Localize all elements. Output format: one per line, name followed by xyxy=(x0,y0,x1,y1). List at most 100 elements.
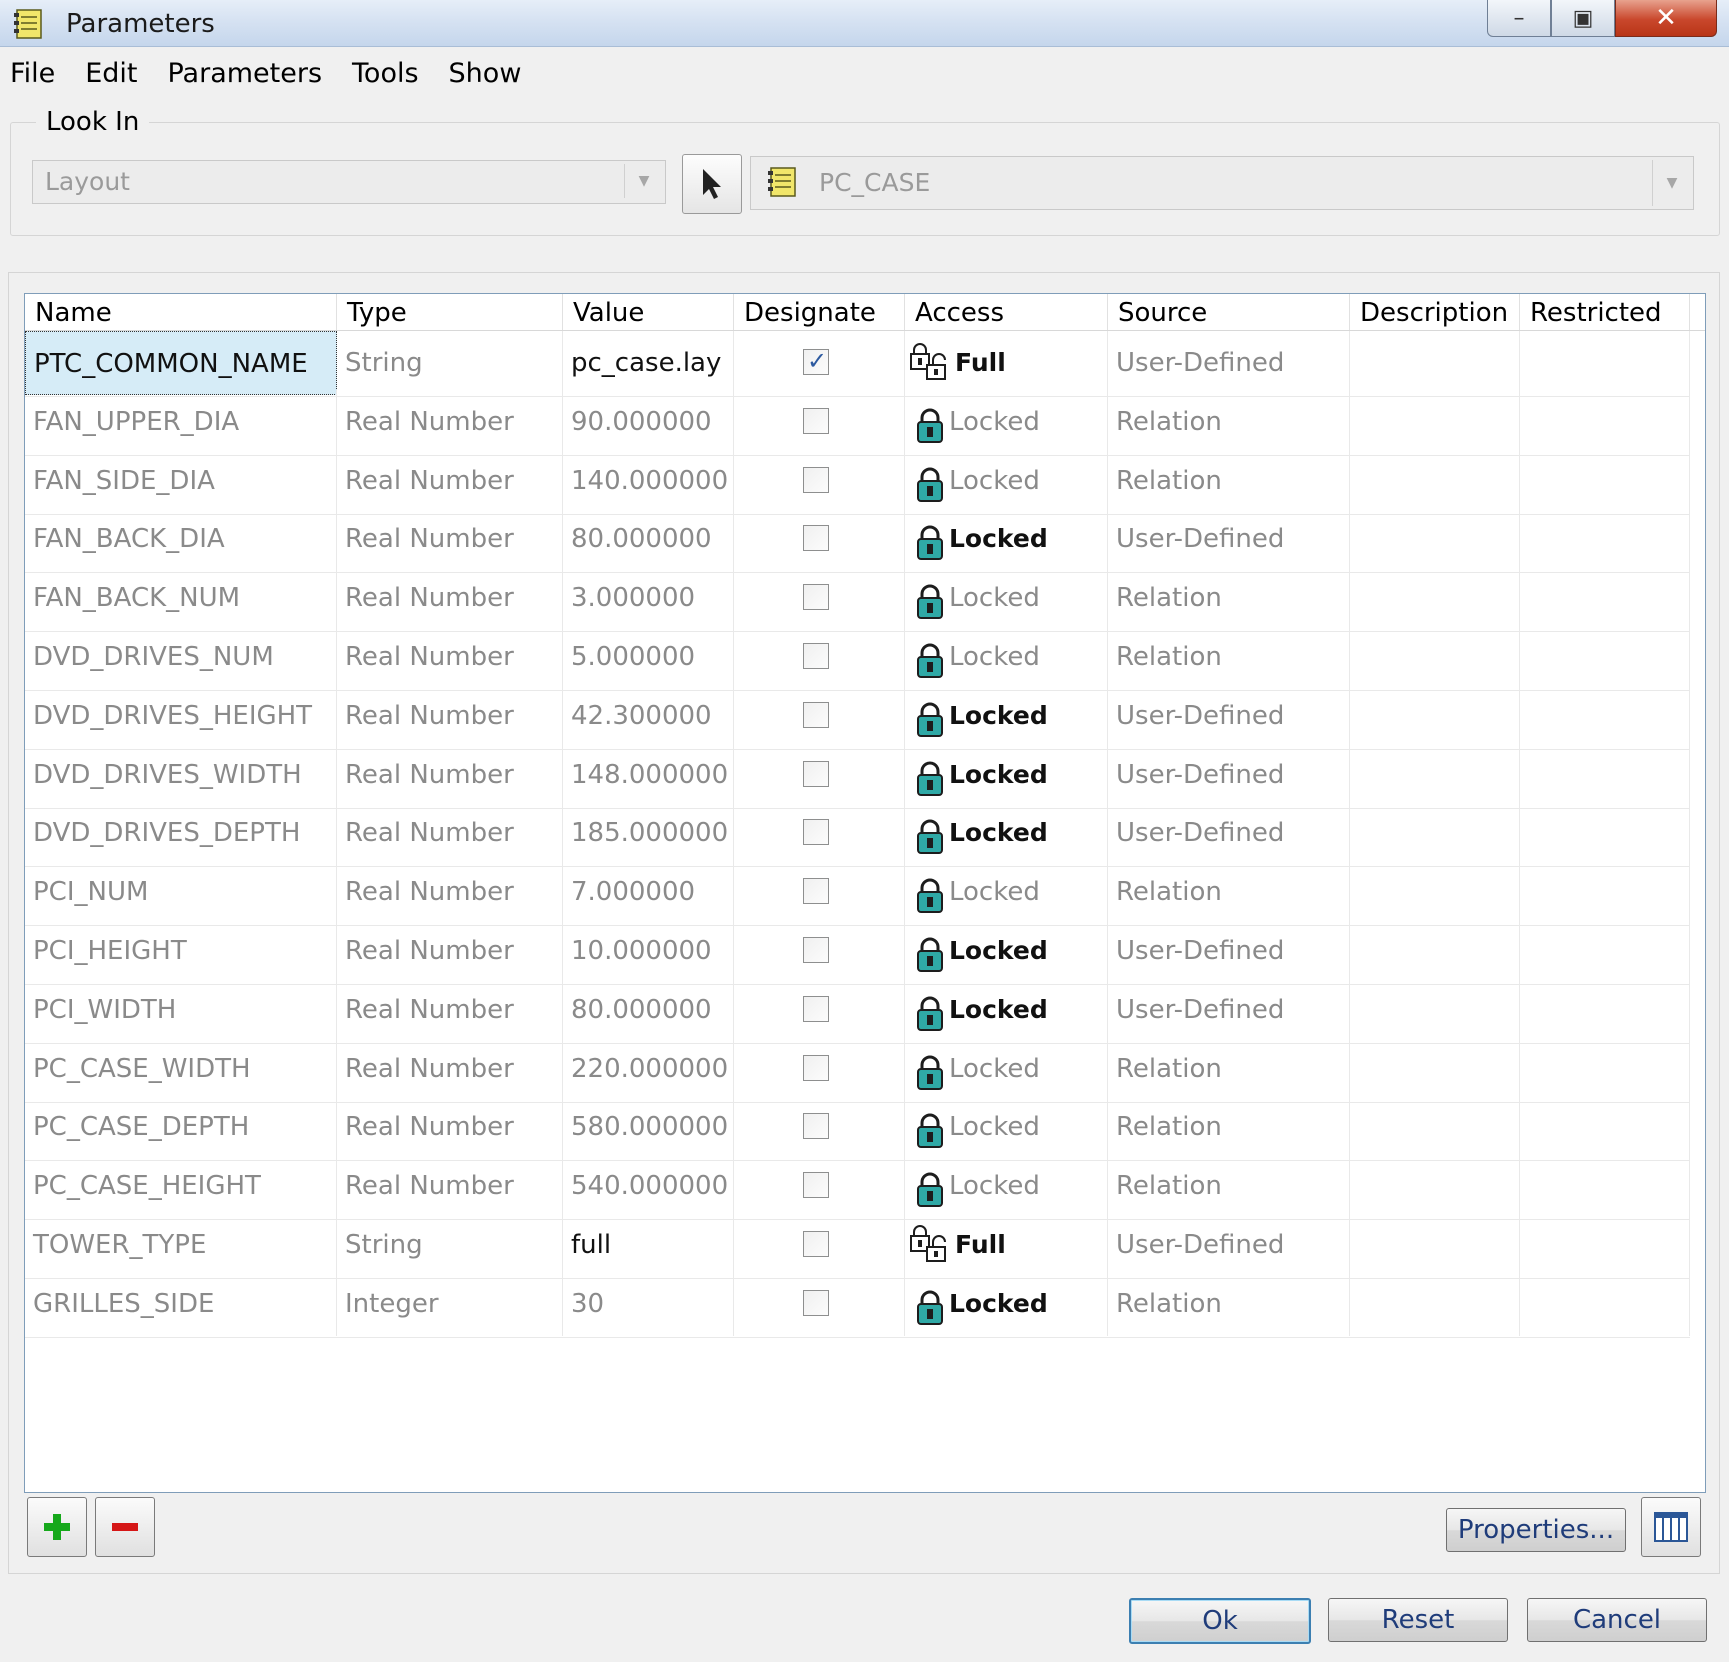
cell-restricted[interactable] xyxy=(1520,683,1690,748)
cell-name[interactable]: PC_CASE_WIDTH xyxy=(25,1036,337,1101)
cell-designate[interactable] xyxy=(734,742,905,807)
cell-value[interactable]: 185.000000 xyxy=(563,801,734,866)
cancel-button[interactable]: Cancel xyxy=(1527,1598,1707,1642)
cell-restricted[interactable] xyxy=(1520,1036,1690,1101)
cell-source[interactable]: User-Defined xyxy=(1108,331,1350,395)
cell-value[interactable]: 580.000000 xyxy=(563,1095,734,1160)
cell-name[interactable]: DVD_DRIVES_DEPTH xyxy=(25,801,337,866)
menu-edit[interactable]: Edit xyxy=(85,56,137,91)
cell-description[interactable] xyxy=(1350,1095,1520,1160)
remove-parameter-button[interactable] xyxy=(95,1497,155,1557)
cell-access[interactable]: Locked xyxy=(905,977,1108,1042)
cell-description[interactable] xyxy=(1350,448,1520,513)
select-from-model-button[interactable] xyxy=(682,154,742,214)
cell-designate[interactable] xyxy=(734,1271,905,1336)
table-row[interactable]: DVD_DRIVES_NUM Real Number 5.000000 Locked R… xyxy=(25,625,1690,691)
cell-source[interactable]: User-Defined xyxy=(1108,801,1350,866)
ok-button[interactable]: Ok xyxy=(1129,1598,1311,1644)
cell-name[interactable]: PCI_NUM xyxy=(25,860,337,925)
designate-checkbox[interactable] xyxy=(803,525,829,552)
cell-type[interactable]: Real Number xyxy=(337,801,563,866)
cell-access[interactable]: Locked xyxy=(905,801,1108,866)
cell-restricted[interactable] xyxy=(1520,919,1690,983)
cell-access[interactable]: Locked xyxy=(905,566,1108,631)
cell-value[interactable]: 540.000000 xyxy=(563,1154,734,1219)
designate-checkbox[interactable] xyxy=(803,819,829,846)
look-in-type-select[interactable]: Layout ▼ xyxy=(32,160,666,204)
designate-checkbox[interactable] xyxy=(803,1172,829,1199)
cell-type[interactable]: Real Number xyxy=(337,507,563,572)
cell-designate[interactable] xyxy=(734,977,905,1042)
cell-type[interactable]: Real Number xyxy=(337,1036,563,1101)
cell-restricted[interactable] xyxy=(1520,389,1690,454)
cell-restricted[interactable] xyxy=(1520,1095,1690,1160)
cell-designate[interactable] xyxy=(734,1095,905,1160)
cell-restricted[interactable] xyxy=(1520,1271,1690,1336)
designate-checkbox[interactable] xyxy=(803,341,829,381)
cell-source[interactable]: Relation xyxy=(1108,860,1350,925)
add-parameter-button[interactable] xyxy=(27,1497,87,1557)
cell-source[interactable]: User-Defined xyxy=(1108,977,1350,1042)
cell-type[interactable]: String xyxy=(337,331,563,395)
cell-designate[interactable] xyxy=(734,448,905,513)
cell-source[interactable]: User-Defined xyxy=(1108,1213,1350,1277)
designate-checkbox[interactable] xyxy=(803,1113,829,1140)
cell-description[interactable] xyxy=(1350,1271,1520,1336)
table-row[interactable]: PTC_COMMON_NAMEStringpc_case.lay Full User… xyxy=(25,331,1690,397)
chevron-down-icon[interactable]: ▼ xyxy=(1652,160,1691,206)
table-row[interactable]: FAN_SIDE_DIA Real Number 140.000000 Locked R… xyxy=(25,448,1690,515)
cell-access[interactable]: Locked xyxy=(905,389,1108,454)
cell-description[interactable] xyxy=(1350,566,1520,631)
cell-name[interactable]: GRILLES_SIDE xyxy=(25,1271,337,1336)
cell-name[interactable]: PCI_WIDTH xyxy=(25,977,337,1042)
cell-name[interactable]: PCI_HEIGHT xyxy=(25,919,337,983)
designate-checkbox[interactable] xyxy=(803,1231,829,1257)
table-row[interactable]: PC_CASE_DEPTH Real Number 580.000000 Locked… xyxy=(25,1095,1690,1162)
cell-value[interactable]: 90.000000 xyxy=(563,389,734,454)
cell-type[interactable]: Real Number xyxy=(337,742,563,807)
cell-name[interactable]: TOWER_TYPE xyxy=(25,1213,337,1277)
cell-access[interactable]: Locked xyxy=(905,1036,1108,1101)
column-header-value[interactable]: Value xyxy=(563,294,734,330)
properties-button[interactable]: Properties... xyxy=(1446,1508,1626,1552)
cell-designate[interactable] xyxy=(734,1154,905,1219)
designate-checkbox[interactable] xyxy=(803,407,829,434)
cell-access[interactable]: Full xyxy=(905,331,1108,395)
cell-description[interactable] xyxy=(1350,977,1520,1042)
designate-checkbox[interactable] xyxy=(803,701,829,728)
table-row[interactable]: PCI_WIDTH Real Number 80.000000 Locked User-… xyxy=(25,977,1690,1044)
cell-value[interactable]: 148.000000 xyxy=(563,742,734,807)
cell-restricted[interactable] xyxy=(1520,977,1690,1042)
column-header-access[interactable]: Access xyxy=(905,294,1108,330)
cell-access[interactable]: Locked xyxy=(905,1095,1108,1160)
cell-access[interactable]: Locked xyxy=(905,625,1108,689)
table-row[interactable]: PC_CASE_HEIGHT Real Number 540.000000 Locke… xyxy=(25,1154,1690,1221)
cell-restricted[interactable] xyxy=(1520,625,1690,689)
cell-designate[interactable] xyxy=(734,389,905,454)
cell-designate[interactable] xyxy=(734,919,905,983)
cell-source[interactable]: User-Defined xyxy=(1108,919,1350,983)
cell-source[interactable]: User-Defined xyxy=(1108,507,1350,572)
cell-source[interactable]: Relation xyxy=(1108,448,1350,513)
cell-description[interactable] xyxy=(1350,625,1520,689)
cell-designate[interactable] xyxy=(734,507,905,572)
cell-access[interactable]: Full xyxy=(905,1213,1108,1277)
cell-description[interactable] xyxy=(1350,683,1520,748)
cell-name[interactable]: DVD_DRIVES_HEIGHT xyxy=(25,683,337,748)
designate-checkbox[interactable] xyxy=(803,1289,829,1316)
menu-parameters[interactable]: Parameters xyxy=(167,56,322,91)
cell-name[interactable]: PTC_COMMON_NAME xyxy=(25,331,337,395)
designate-checkbox[interactable] xyxy=(803,995,829,1022)
table-row[interactable]: DVD_DRIVES_WIDTH Real Number 148.000000 Loc… xyxy=(25,742,1690,809)
column-header-name[interactable]: Name xyxy=(25,294,337,330)
cell-name[interactable]: PC_CASE_DEPTH xyxy=(25,1095,337,1160)
cell-source[interactable]: Relation xyxy=(1108,1154,1350,1219)
cell-type[interactable]: Real Number xyxy=(337,860,563,925)
designate-checkbox[interactable] xyxy=(803,760,829,787)
cell-description[interactable] xyxy=(1350,742,1520,807)
table-row[interactable]: PC_CASE_WIDTH Real Number 220.000000 Locked… xyxy=(25,1036,1690,1103)
cell-type[interactable]: Real Number xyxy=(337,919,563,983)
cell-name[interactable]: DVD_DRIVES_WIDTH xyxy=(25,742,337,807)
cell-designate[interactable] xyxy=(734,1036,905,1101)
table-row[interactable]: PCI_HEIGHT Real Number 10.000000 Locked User… xyxy=(25,919,1690,985)
